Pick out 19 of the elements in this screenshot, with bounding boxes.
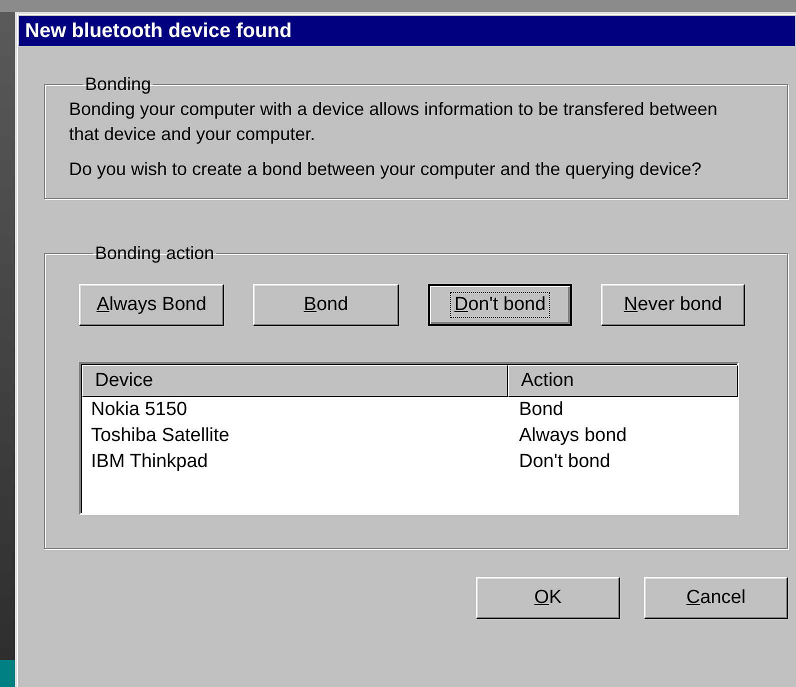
table-cell-text: IBM Thinkpad [90, 451, 209, 473]
group-title: Bonding action [94, 243, 216, 264]
table-cell-text: Toshiba Satellite [90, 425, 230, 447]
bond-option-button[interactable]: Never bond [601, 284, 745, 326]
bond-option-button[interactable]: Don't bond [428, 284, 572, 326]
dialog-button[interactable]: Cancel [644, 577, 788, 619]
table-cell-text: Nokia 5150 [90, 399, 188, 421]
description-text: Bonding your computer with a device allows information to be transfered between that device and your computer. [69, 98, 718, 146]
bond-option-button[interactable]: Bond [253, 284, 399, 326]
table-cell-text: Bond [518, 399, 564, 421]
group-title: Bonding [84, 74, 152, 95]
table-cell-text: Don't bond [518, 451, 612, 473]
column-header[interactable]: Device [82, 365, 508, 397]
bond-option-button[interactable]: Always Bond [79, 284, 224, 326]
column-header[interactable]: Action [508, 365, 738, 397]
description-text: Do you wish to create a bond between your computer and the querying device? [69, 158, 702, 181]
dialog-button[interactable]: OK [476, 577, 620, 619]
table-cell-text: Always bond [518, 425, 628, 447]
window-title: New bluetooth device found [19, 16, 795, 46]
